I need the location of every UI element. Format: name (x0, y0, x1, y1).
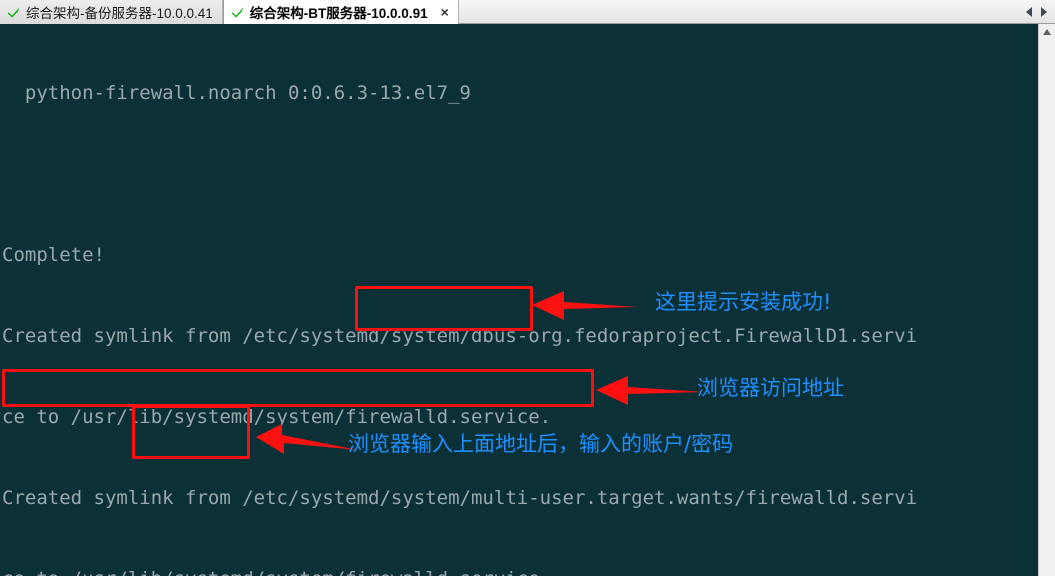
scroll-up-button[interactable] (1039, 24, 1055, 40)
terminal-line: ce to /usr/lib/systemd/system/firewalld.… (2, 566, 1038, 576)
terminal-output[interactable]: python-firewall.noarch 0:0.6.3-13.el7_9 … (0, 24, 1038, 576)
chevron-right-icon[interactable] (1041, 6, 1047, 17)
vertical-scrollbar[interactable] (1038, 24, 1055, 576)
tab-label: 综合架构-备份服务器-10.0.0.41 (26, 6, 213, 21)
terminal-line: ce to /usr/lib/systemd/system/firewalld.… (2, 406, 552, 428)
tab-bar-filler (458, 0, 1022, 23)
tab-backup-server[interactable]: 综合架构-备份服务器-10.0.0.41 (0, 0, 223, 24)
tab-label: 综合架构-BT服务器-10.0.0.91 (249, 6, 428, 21)
tab-bar: 综合架构-备份服务器-10.0.0.41 综合架构-BT服务器-10.0.0.9… (0, 0, 1055, 24)
terminal-line: Created symlink from /etc/systemd/system… (2, 487, 918, 509)
annotation-text-browser-url: 浏览器访问地址 (697, 376, 844, 400)
annotation-text-install-success: 这里提示安装成功! (655, 290, 832, 314)
tab-bt-server[interactable]: 综合架构-BT服务器-10.0.0.91 × (222, 0, 459, 24)
terminal-area: python-firewall.noarch 0:0.6.3-13.el7_9 … (0, 24, 1055, 576)
terminal-line: Created symlink from /etc/systemd/system… (2, 325, 918, 347)
annotation-box-internal-url (2, 369, 594, 407)
green-check-icon (7, 5, 21, 19)
chevron-left-icon[interactable] (1026, 6, 1032, 17)
close-icon[interactable]: × (441, 5, 449, 19)
green-check-icon (231, 5, 245, 19)
chevron-up-icon (1043, 29, 1051, 35)
tab-scroll-controls (1022, 0, 1055, 23)
terminal-line: Complete! (2, 244, 105, 266)
annotation-arrow-success (532, 291, 638, 320)
terminal-line: python-firewall.noarch 0:0.6.3-13.el7_9 (2, 82, 471, 104)
annotation-text-credentials: 浏览器输入上面地址后，输入的账户/密码 (348, 432, 734, 456)
